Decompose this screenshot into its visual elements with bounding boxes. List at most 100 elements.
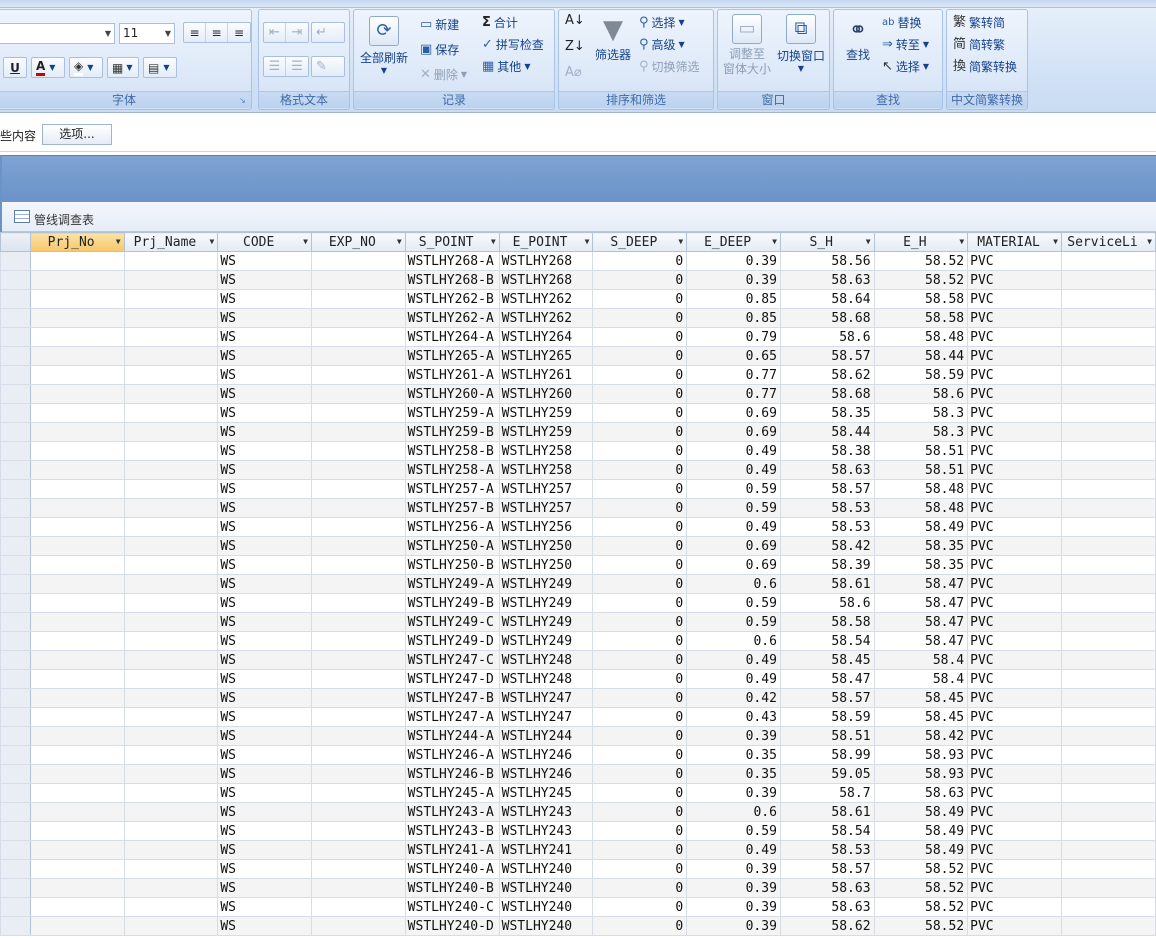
table-cell[interactable]: PVC [967,783,1062,803]
table-cell[interactable] [1060,251,1156,271]
table-cell[interactable]: WS [217,270,312,290]
table-cell[interactable]: PVC [967,688,1062,708]
table-cell[interactable]: 58.61 [779,802,875,822]
sort-ascending-button[interactable]: A↓ [565,14,585,28]
table-cell[interactable] [310,270,406,290]
table-cell[interactable]: 0 [592,726,688,746]
table-cell[interactable]: 58.35 [873,536,969,556]
table-cell[interactable]: WS [217,840,312,860]
table-cell[interactable]: 58.58 [779,612,875,632]
record-selector[interactable] [0,878,31,898]
table-cell[interactable]: 58.47 [779,669,875,689]
table-cell[interactable]: 0 [592,479,688,499]
highlight-button[interactable]: ✎ [311,56,345,77]
table-cell[interactable] [29,517,125,537]
table-cell[interactable]: 0.65 [686,346,781,366]
table-cell[interactable]: 58.35 [873,555,969,575]
table-cell[interactable] [310,593,406,613]
column-header[interactable]: ServiceLi ▼ [1060,232,1156,252]
table-cell[interactable]: WSTLHY268-A [404,251,500,271]
chevron-down-icon[interactable]: ▼ [866,237,871,246]
table-cell[interactable]: 0.59 [686,593,781,613]
table-cell[interactable]: 58.56 [779,251,875,271]
table-cell[interactable] [29,897,125,917]
table-cell[interactable] [310,308,406,328]
chevron-down-icon[interactable]: ▼ [210,237,215,246]
table-cell[interactable]: PVC [967,289,1062,309]
table-cell[interactable]: WSTLHY243 [498,802,594,822]
table-cell[interactable]: 0 [592,422,688,442]
table-cell[interactable]: WSTLHY240-B [404,878,500,898]
table-cell[interactable]: 58.58 [873,289,969,309]
align-center-button[interactable]: ≡ [206,23,228,42]
table-row[interactable]: WS WSTLHY257-B WSTLHY257 0 0.59 58.53 58.48 PVC [0,498,1156,518]
table-cell[interactable] [123,270,219,290]
table-cell[interactable]: 58.3 [873,403,969,423]
table-cell[interactable]: 58.51 [779,726,875,746]
table-cell[interactable]: WSTLHY247-C [404,650,500,670]
document-tab[interactable]: 管线调查表 [2,202,1156,232]
table-cell[interactable]: 58.54 [779,821,875,841]
table-cell[interactable]: WS [217,251,312,271]
table-cell[interactable] [310,840,406,860]
table-cell[interactable] [29,289,125,309]
table-cell[interactable]: 58.4 [873,650,969,670]
chevron-down-icon[interactable]: ▼ [959,237,964,246]
table-cell[interactable] [29,270,125,290]
table-cell[interactable]: WSTLHY268 [498,270,594,290]
table-cell[interactable]: 58.63 [779,270,875,290]
table-cell[interactable] [29,726,125,746]
record-selector[interactable] [0,612,31,632]
table-cell[interactable]: 58.54 [779,631,875,651]
table-row[interactable]: WS WSTLHY260-A WSTLHY260 0 0.77 58.68 58.6 PVC [0,384,1156,404]
table-cell[interactable] [29,707,125,727]
table-cell[interactable]: WSTLHY245 [498,783,594,803]
table-cell[interactable]: 0 [592,916,688,936]
table-cell[interactable]: WSTLHY243-A [404,802,500,822]
table-cell[interactable]: 58.58 [873,308,969,328]
table-cell[interactable]: 0.35 [686,745,781,765]
selection-button[interactable]: ⚲ 选择 ▼ [639,14,685,31]
gridlines-button[interactable]: ▦ ▼ [107,57,139,78]
table-cell[interactable] [123,422,219,442]
table-cell[interactable]: WS [217,916,312,936]
record-selector[interactable] [0,517,31,537]
table-cell[interactable]: PVC [967,270,1062,290]
column-header[interactable]: S_DEEP ▼ [592,232,688,252]
table-cell[interactable] [29,384,125,404]
table-row[interactable]: WS WSTLHY240-A WSTLHY240 0 0.39 58.57 58.52 PVC [0,859,1156,879]
table-cell[interactable]: 0.49 [686,840,781,860]
table-cell[interactable]: 58.42 [873,726,969,746]
table-cell[interactable]: WSTLHY241-A [404,840,500,860]
table-row[interactable]: WS WSTLHY247-B WSTLHY247 0 0.42 58.57 58.45 PVC [0,688,1156,708]
table-cell[interactable]: 0 [592,783,688,803]
table-row[interactable]: WS WSTLHY240-B WSTLHY240 0 0.39 58.63 58.52 PVC [0,878,1156,898]
table-row[interactable]: WS WSTLHY240-D WSTLHY240 0 0.39 58.62 58.52 PVC [0,916,1156,936]
align-left-button[interactable]: ≡ [184,23,206,42]
table-row[interactable]: WS WSTLHY259-A WSTLHY259 0 0.69 58.35 58.3 PVC [0,403,1156,423]
table-cell[interactable] [123,365,219,385]
table-cell[interactable] [29,251,125,271]
table-cell[interactable] [1060,726,1156,746]
table-cell[interactable] [310,631,406,651]
table-cell[interactable]: WS [217,498,312,518]
table-cell[interactable] [310,498,406,518]
table-cell[interactable] [29,403,125,423]
table-cell[interactable]: 59.05 [779,764,875,784]
table-cell[interactable]: WSTLHY262-A [404,308,500,328]
table-cell[interactable]: WSTLHY240-C [404,897,500,917]
table-cell[interactable]: 58.48 [873,479,969,499]
table-cell[interactable]: 58.45 [873,707,969,727]
table-cell[interactable] [310,479,406,499]
table-cell[interactable]: PVC [967,536,1062,556]
table-cell[interactable] [1060,631,1156,651]
table-cell[interactable] [29,308,125,328]
table-cell[interactable]: WSTLHY264 [498,327,594,347]
table-cell[interactable]: 58.52 [873,878,969,898]
table-cell[interactable]: WS [217,574,312,594]
table-cell[interactable] [29,460,125,480]
table-cell[interactable]: PVC [967,764,1062,784]
table-cell[interactable]: 0 [592,346,688,366]
table-cell[interactable]: 58.48 [873,498,969,518]
table-cell[interactable]: WS [217,593,312,613]
